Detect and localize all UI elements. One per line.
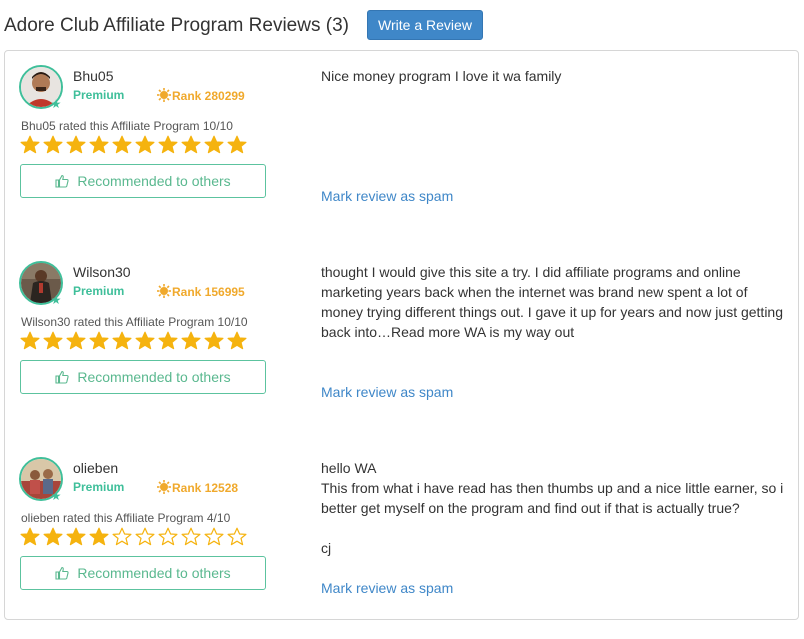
star-filled-icon [135,135,155,154]
thumbs-up-icon [55,370,69,384]
star-outline-icon [227,527,247,546]
review-text: cj [321,540,332,556]
star-filled-icon [227,331,247,350]
rank-label: Rank 12528 [172,481,239,495]
mark-spam-link[interactable]: Mark review as spam [321,384,453,400]
sun-badge-icon [157,480,171,494]
membership-badge: Premium [73,480,125,494]
star-outline-icon [112,527,132,546]
star-filled-icon [43,135,63,154]
rank-label: Rank 280299 [172,89,245,103]
star-filled-icon [158,331,178,350]
star-filled-icon [20,331,40,350]
star-rating [20,135,250,157]
star-filled-icon [43,527,63,546]
star-filled-icon [112,135,132,154]
review-username[interactable]: Bhu05 [73,68,113,84]
star-outline-icon [158,527,178,546]
premium-star-icon: ★ [50,97,62,111]
thumbs-up-icon [55,174,69,188]
recommended-label: Recommended to others [77,173,231,189]
recommended-label: Recommended to others [77,565,231,581]
rank-badge: Rank 12528 [157,480,238,495]
rank-badge: Rank 280299 [157,88,245,103]
star-filled-icon [89,331,109,350]
star-filled-icon [158,135,178,154]
star-filled-icon [227,135,247,154]
rank-badge: Rank 156995 [157,284,245,299]
star-outline-icon [181,527,201,546]
star-filled-icon [181,135,201,154]
membership-badge: Premium [73,88,125,102]
rating-text: Wilson30 rated this Affiliate Program 10… [21,315,248,329]
write-review-button[interactable]: Write a Review [367,10,483,40]
sun-badge-icon [157,88,171,102]
review-text: Nice money program I love it wa family [321,68,562,84]
recommended-button[interactable]: Recommended to others [20,360,266,394]
review-text: hello WA [321,460,377,476]
rank-label: Rank 156995 [172,285,245,299]
review-item: ★ olieben Premium Rank 12528 olieben rat… [5,443,800,639]
star-rating [20,527,250,549]
star-filled-icon [89,135,109,154]
mark-spam-link[interactable]: Mark review as spam [321,580,453,596]
thumbs-up-icon [55,566,69,580]
star-filled-icon [204,331,224,350]
review-username[interactable]: olieben [73,460,118,476]
recommended-button[interactable]: Recommended to others [20,164,266,198]
review-body: hello WA This from what i have read has … [321,458,786,558]
recommended-label: Recommended to others [77,369,231,385]
recommended-button[interactable]: Recommended to others [20,556,266,590]
star-outline-icon [204,527,224,546]
star-filled-icon [112,331,132,350]
mark-spam-link[interactable]: Mark review as spam [321,188,453,204]
rating-text: olieben rated this Affiliate Program 4/1… [21,511,231,525]
rating-text: Bhu05 rated this Affiliate Program 10/10 [21,119,233,133]
page-title: Adore Club Affiliate Program Reviews (3) [4,15,349,36]
membership-badge: Premium [73,284,125,298]
star-filled-icon [66,135,86,154]
review-username[interactable]: Wilson30 [73,264,131,280]
review-text [321,518,786,538]
star-filled-icon [181,331,201,350]
star-filled-icon [66,527,86,546]
review-item: ★ Wilson30 Premium Rank 156995 Wilson30 … [5,247,800,443]
star-filled-icon [20,135,40,154]
sun-badge-icon [157,284,171,298]
review-text: This from what i have read has then thum… [321,480,784,516]
star-filled-icon [204,135,224,154]
star-filled-icon [89,527,109,546]
review-text: thought I would give this site a try. I … [321,264,784,340]
premium-star-icon: ★ [50,489,62,503]
star-filled-icon [43,331,63,350]
review-body: thought I would give this site a try. I … [321,262,786,342]
premium-star-icon: ★ [50,293,62,307]
reviews-panel: ★ Bhu05 Premium Rank 280299 Bhu05 rated … [4,50,799,620]
star-filled-icon [135,331,155,350]
star-rating [20,331,250,353]
star-filled-icon [20,527,40,546]
review-item: ★ Bhu05 Premium Rank 280299 Bhu05 rated … [5,51,800,247]
page-header: Adore Club Affiliate Program Reviews (3)… [4,10,800,42]
review-body: Nice money program I love it wa family [321,66,786,86]
star-outline-icon [135,527,155,546]
star-filled-icon [66,331,86,350]
